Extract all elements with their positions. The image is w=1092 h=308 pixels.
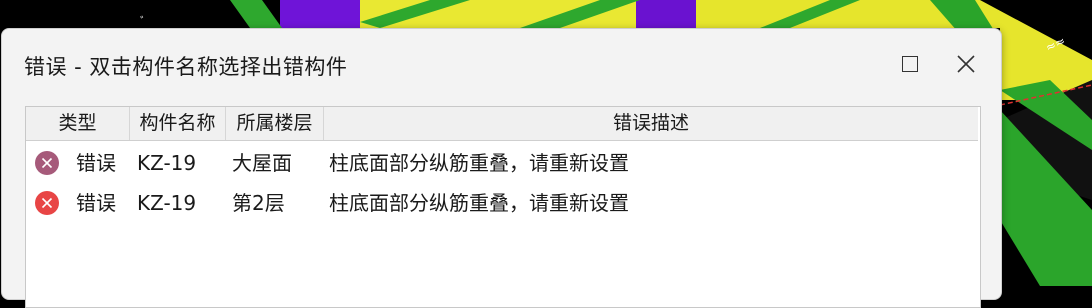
error-icon xyxy=(34,190,60,216)
row-description: 柱底面部分纵筋重叠，请重新设置 xyxy=(329,191,629,215)
table-row[interactable]: 错误 KZ-19 大屋面 柱底面部分纵筋重叠，请重新设置 xyxy=(26,143,978,183)
maximize-icon xyxy=(902,56,918,72)
close-icon xyxy=(957,55,975,73)
row-component-name[interactable]: KZ-19 xyxy=(137,143,196,183)
row-description: 柱底面部分纵筋重叠，请重新设置 xyxy=(329,151,629,175)
error-dialog: 错误 - 双击构件名称选择出错构件 类型 构件名称 所属楼层 错误描述 错误 K… xyxy=(1,28,1002,308)
dialog-title: 错误 - 双击构件名称选择出错构件 xyxy=(24,55,348,79)
list-header: 类型 构件名称 所属楼层 错误描述 xyxy=(26,107,978,141)
maximize-button[interactable] xyxy=(890,47,930,81)
column-header-type[interactable]: 类型 xyxy=(26,107,130,140)
column-header-description[interactable]: 错误描述 xyxy=(324,107,978,140)
row-type: 错误 xyxy=(76,191,116,215)
close-button[interactable] xyxy=(946,47,986,81)
table-row[interactable]: 错误 KZ-19 第2层 柱底面部分纵筋重叠，请重新设置 xyxy=(26,183,978,223)
error-list[interactable]: 类型 构件名称 所属楼层 错误描述 错误 KZ-19 大屋面 柱底面部分纵筋重叠… xyxy=(25,106,981,308)
row-type: 错误 xyxy=(76,151,116,175)
svg-text:ﾞ: ﾞ xyxy=(140,15,146,29)
error-icon xyxy=(34,150,60,176)
row-floor: 第2层 xyxy=(232,191,285,215)
column-header-component-name[interactable]: 构件名称 xyxy=(130,107,226,140)
column-header-floor[interactable]: 所属楼层 xyxy=(226,107,324,140)
row-component-name[interactable]: KZ-19 xyxy=(137,183,196,223)
row-floor: 大屋面 xyxy=(232,151,292,175)
